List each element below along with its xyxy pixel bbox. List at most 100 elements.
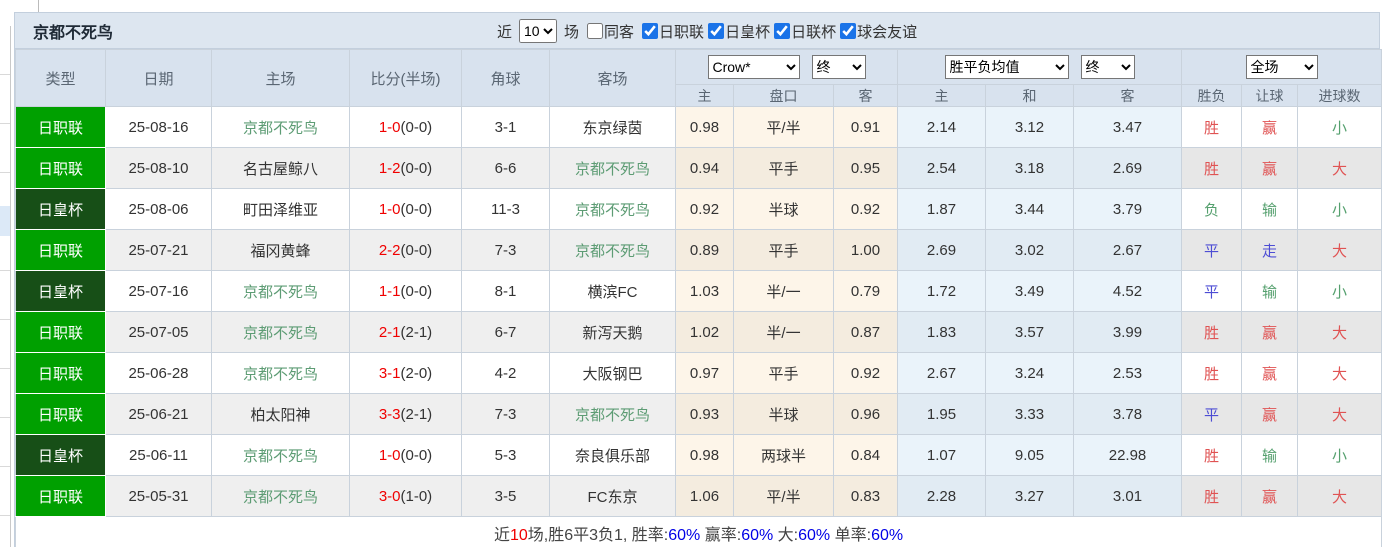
odds-time-select[interactable]: 终 xyxy=(811,55,866,79)
sub-header-odds-away: 客 xyxy=(833,84,898,107)
away-team-name: 大阪钢巴 xyxy=(582,365,643,383)
score-cell: 1-0(0-0) xyxy=(349,434,462,476)
avg-draw-cell: 3.57 xyxy=(985,311,1074,353)
same-away-checkbox[interactable] xyxy=(587,23,604,39)
odds-away-cell: 0.92 xyxy=(833,352,898,394)
odds-away-cell: 1.00 xyxy=(833,229,898,271)
away-team-name: 东京绿茵 xyxy=(582,119,643,137)
date-cell: 25-06-21 xyxy=(105,393,212,435)
handicap-cell: 半球 xyxy=(733,393,834,435)
odds-home-cell: 0.89 xyxy=(675,229,734,271)
goals-cell: 小 xyxy=(1297,188,1383,230)
corners-cell: 5-3 xyxy=(461,434,550,476)
away-team-cell: 东京绿茵 xyxy=(549,106,676,148)
odds-company-select[interactable]: Crow* xyxy=(707,55,800,79)
col-header-away: 客场 xyxy=(549,49,676,107)
half-time-score: (2-1) xyxy=(400,405,433,423)
away-team-name: 奈良俱乐部 xyxy=(574,447,650,465)
corners-cell: 3-5 xyxy=(461,475,550,517)
col-header-corners: 角球 xyxy=(461,49,550,107)
col-header-home: 主场 xyxy=(211,49,350,107)
score-cell: 1-0(0-0) xyxy=(349,188,462,230)
recent-count-select[interactable]: 10 xyxy=(519,19,558,43)
score-cell: 3-1(2-0) xyxy=(349,352,462,394)
date-cell: 25-08-06 xyxy=(105,188,212,230)
summary-segment: 10 xyxy=(509,526,528,544)
half-time-score: (0-0) xyxy=(400,200,433,218)
avg-away-cell: 2.69 xyxy=(1072,147,1183,189)
score-cell: 3-0(1-0) xyxy=(349,475,462,517)
away-team-cell: 京都不死鸟 xyxy=(549,393,676,435)
handicap-result-cell: 走 xyxy=(1241,229,1299,271)
avg-away-cell: 2.53 xyxy=(1072,352,1183,394)
result-cell: 平 xyxy=(1181,270,1243,312)
summary-segment: 赢率: xyxy=(700,526,742,544)
avg-time-select[interactable]: 终 xyxy=(1080,55,1135,79)
league-checkbox-3[interactable] xyxy=(840,23,857,39)
scope-select[interactable]: 全场 xyxy=(1245,55,1318,79)
handicap-cell: 平手 xyxy=(733,147,834,189)
league-checkbox-label: 日联杯 xyxy=(791,23,837,41)
score-cell: 2-2(0-0) xyxy=(349,229,462,271)
match-row: 日职联 25-05-31 京都不死鸟 3-0(1-0) 3-5 FC东京 1.06 平/半 0.… xyxy=(15,475,1383,517)
handicap-cell: 半/一 xyxy=(733,270,834,312)
summary-segment: 60% xyxy=(871,526,904,544)
filter-controls: 近 10 场 同客 日职联 日皇杯 日联杯 球会友谊 xyxy=(497,13,917,49)
avg-away-cell: 3.99 xyxy=(1072,311,1183,353)
corners-cell: 7-3 xyxy=(461,229,550,271)
avg-draw-cell: 3.12 xyxy=(985,106,1074,148)
same-away-filter[interactable]: 同客 xyxy=(587,21,634,42)
goals-cell: 大 xyxy=(1297,352,1383,394)
summary-segment: 大: xyxy=(773,526,799,544)
result-cell: 胜 xyxy=(1181,352,1243,394)
full-time-score: 2-1 xyxy=(378,323,401,341)
avg-away-cell: 3.47 xyxy=(1072,106,1183,148)
avg-type-select[interactable]: 胜平负均值 xyxy=(944,55,1069,79)
away-team-cell: 京都不死鸟 xyxy=(549,188,676,230)
league-checkbox-1[interactable] xyxy=(708,23,725,39)
col-header-score: 比分(半场) xyxy=(349,49,462,107)
away-team-name: 京都不死鸟 xyxy=(574,201,650,219)
league-filter-3[interactable]: 球会友谊 xyxy=(840,21,917,42)
score-cell: 1-0(0-0) xyxy=(349,106,462,148)
match-row: 日职联 25-08-16 京都不死鸟 1-0(0-0) 3-1 东京绿茵 0.98 平/半 0.… xyxy=(15,106,1383,148)
home-team-name: 福冈黄蜂 xyxy=(250,242,311,260)
result-cell: 胜 xyxy=(1181,311,1243,353)
league-type-cell: 日职联 xyxy=(15,393,106,435)
avg-draw-cell: 3.02 xyxy=(985,229,1074,271)
league-checkbox-0[interactable] xyxy=(642,23,659,39)
goals-cell: 大 xyxy=(1297,393,1383,435)
goals-cell: 大 xyxy=(1297,229,1383,271)
league-filter-1[interactable]: 日皇杯 xyxy=(708,21,770,42)
avg-draw-cell: 3.44 xyxy=(985,188,1074,230)
home-team-cell: 京都不死鸟 xyxy=(211,434,350,476)
away-team-name: 京都不死鸟 xyxy=(574,160,650,178)
match-row: 日职联 25-07-05 京都不死鸟 2-1(2-1) 6-7 新泻天鹅 1.02 半/一 0.… xyxy=(15,311,1383,353)
home-team-cell: 京都不死鸟 xyxy=(211,475,350,517)
goals-cell: 小 xyxy=(1297,434,1383,476)
handicap-cell: 平/半 xyxy=(733,106,834,148)
sub-header-avg-home: 主 xyxy=(897,84,986,107)
league-checkbox-2[interactable] xyxy=(774,23,791,39)
handicap-cell: 平手 xyxy=(733,352,834,394)
match-row: 日皇杯 25-08-06 町田泽维亚 1-0(0-0) 11-3 京都不死鸟 0.92 半球 0… xyxy=(15,188,1383,230)
matches-label: 场 xyxy=(564,23,580,41)
league-filter-2[interactable]: 日联杯 xyxy=(774,21,836,42)
avg-home-cell: 2.67 xyxy=(897,352,986,394)
half-time-score: (0-0) xyxy=(400,282,433,300)
league-type-cell: 日职联 xyxy=(15,352,106,394)
match-row: 日职联 25-08-10 名古屋鲸八 1-2(0-0) 6-6 京都不死鸟 0.94 平手 0.… xyxy=(15,147,1383,189)
odds-home-cell: 0.98 xyxy=(675,434,734,476)
half-time-score: (2-1) xyxy=(400,323,433,341)
summary-segment: 60% xyxy=(798,526,831,544)
odds-home-cell: 0.93 xyxy=(675,393,734,435)
score-cell: 3-3(2-1) xyxy=(349,393,462,435)
odds-away-cell: 0.91 xyxy=(833,106,898,148)
avg-draw-cell: 3.18 xyxy=(985,147,1074,189)
half-time-score: (1-0) xyxy=(400,487,433,505)
league-filter-0[interactable]: 日职联 xyxy=(642,21,704,42)
handicap-cell: 半/一 xyxy=(733,311,834,353)
home-team-name: 京都不死鸟 xyxy=(242,488,318,506)
odds-home-cell: 0.92 xyxy=(675,188,734,230)
date-cell: 25-06-28 xyxy=(105,352,212,394)
